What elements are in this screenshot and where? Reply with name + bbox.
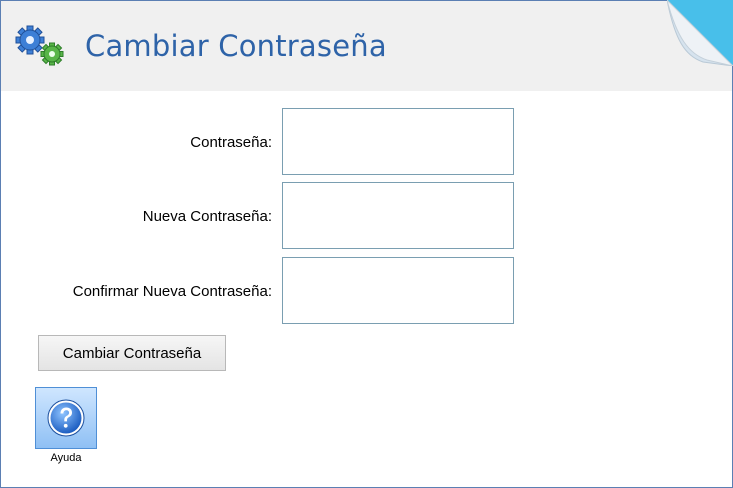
change-password-button[interactable]: Cambiar Contraseña: [38, 335, 226, 371]
password-field[interactable]: [282, 108, 514, 175]
page-header: Cambiar Contraseña: [1, 1, 732, 91]
help-label: Ayuda: [50, 452, 82, 464]
password-label: Contraseña:: [190, 134, 272, 151]
gears-icon: [15, 25, 64, 66]
new-password-field[interactable]: [282, 182, 514, 249]
confirm-password-label: Confirmar Nueva Contraseña:: [72, 283, 272, 300]
question-icon: [47, 399, 85, 437]
page-title: Cambiar Contraseña: [85, 29, 387, 63]
confirm-password-field[interactable]: [282, 257, 514, 324]
new-password-label: Nueva Contraseña:: [142, 208, 272, 225]
page-curl-decoration: [667, 0, 733, 66]
help-button[interactable]: [35, 387, 97, 449]
